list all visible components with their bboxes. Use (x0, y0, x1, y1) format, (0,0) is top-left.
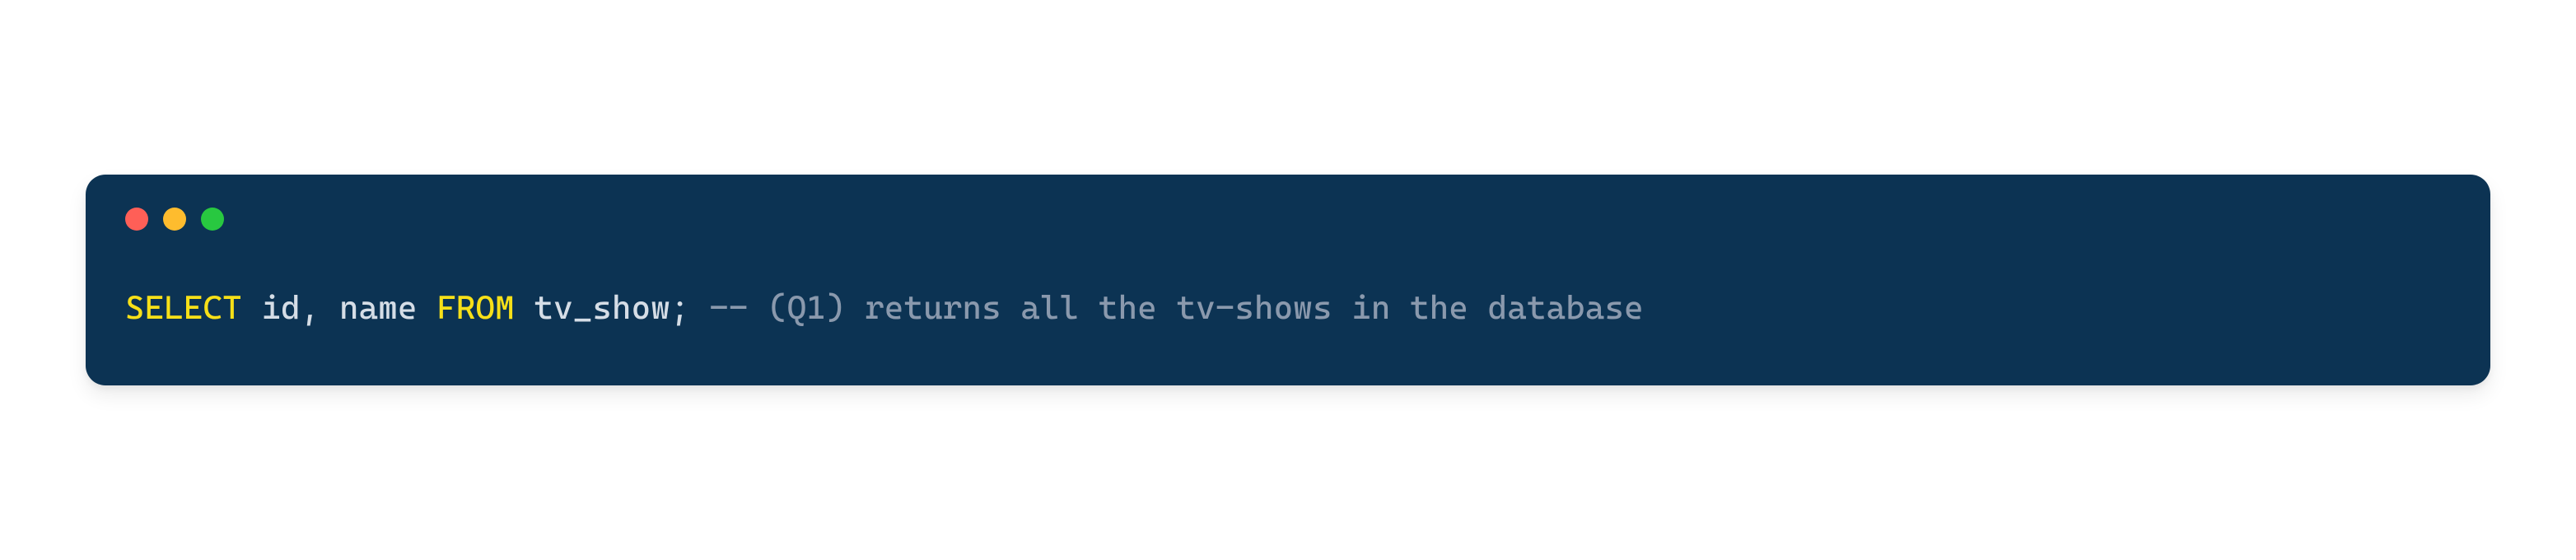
code-text (515, 289, 534, 327)
sql-comment: -- (Q1) returns all the tv-shows in the … (709, 289, 1644, 327)
maximize-icon[interactable] (201, 208, 224, 231)
sql-identifier: id (261, 289, 300, 327)
close-icon[interactable] (125, 208, 148, 231)
sql-punct: , (301, 289, 320, 327)
sql-identifier: name (339, 289, 418, 327)
sql-keyword-select: SELECT (125, 289, 242, 327)
code-text (242, 289, 262, 327)
window-titlebar (86, 175, 2490, 231)
code-text (690, 289, 710, 327)
sql-keyword-from: FROM (436, 289, 515, 327)
code-text (320, 289, 339, 327)
sql-punct: ; (670, 289, 690, 327)
code-window: SELECT id, name FROM tv_show; -- (Q1) re… (86, 175, 2490, 385)
code-text (418, 289, 437, 327)
minimize-icon[interactable] (163, 208, 186, 231)
code-block: SELECT id, name FROM tv_show; -- (Q1) re… (86, 231, 2490, 385)
sql-identifier: tv_show (534, 289, 670, 327)
